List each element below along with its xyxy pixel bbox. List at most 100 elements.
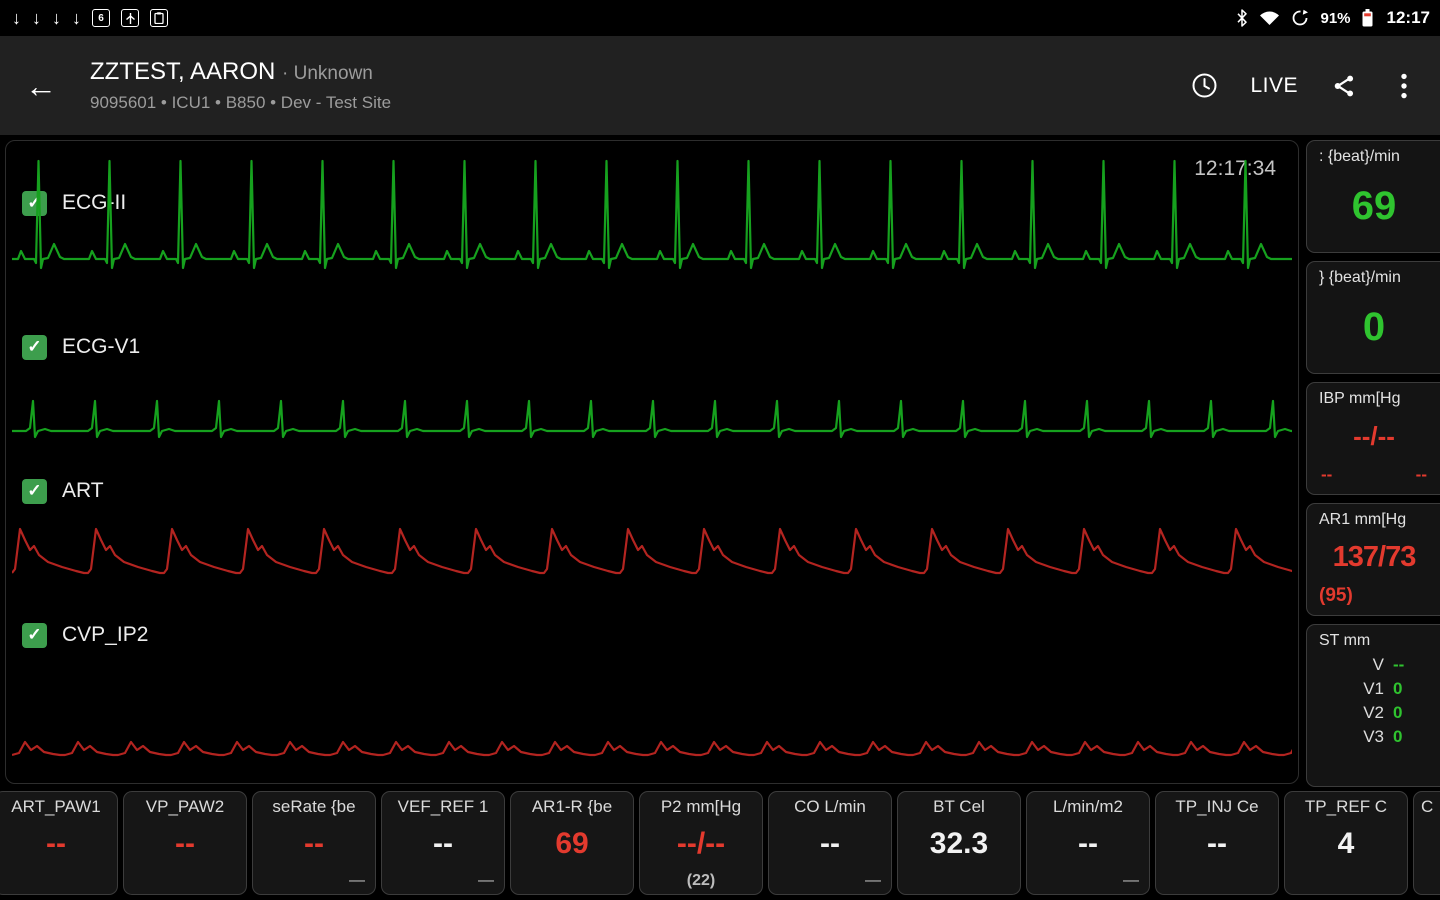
patient-details: 9095601 • ICU1 • B850 • Dev - Test Site xyxy=(90,93,392,112)
share-button[interactable] xyxy=(1320,62,1368,110)
download-arrow-icon: ↓ xyxy=(72,8,81,28)
param-value: 69 xyxy=(555,827,589,860)
battery-icon xyxy=(1362,9,1373,27)
param-tile-co[interactable]: CO L/min -- — xyxy=(768,791,892,895)
vital-value: 69 xyxy=(1351,183,1397,228)
param-tile-ip2[interactable]: P2 mm[Hg --/-- (22) xyxy=(639,791,763,895)
vital-tile-ar1[interactable]: AR1 mm[Hg 137/73 (95) xyxy=(1306,503,1440,616)
param-tile-pulserate[interactable]: seRate {be -- — xyxy=(252,791,376,895)
param-value: -- xyxy=(175,827,195,860)
vital-label: : {beat}/min xyxy=(1319,148,1400,165)
clock-time-label: 12:17 xyxy=(1386,8,1430,27)
wifi-icon xyxy=(1260,11,1280,25)
param-tile-partial[interactable]: C xyxy=(1413,791,1440,895)
main-content: 12:17:34 ✓ ECG-II ✓ ECG-V1 ✓ ART ✓ CVP_I… xyxy=(0,135,1440,787)
channel-label: ART xyxy=(62,479,104,502)
st-lead-name: V xyxy=(1372,655,1384,674)
param-tile-vp-paw2[interactable]: VP_PAW2 -- xyxy=(123,791,247,895)
vital-label: ST mm xyxy=(1319,632,1371,649)
param-value: -- xyxy=(1207,827,1227,860)
channel-checkbox[interactable]: ✓ xyxy=(22,622,47,648)
channel-label: ECG-V1 xyxy=(62,335,141,358)
live-button[interactable]: LIVE xyxy=(1240,74,1308,98)
download-arrow-icon: ↓ xyxy=(52,8,61,28)
android-status-bar: ↓ ↓ ↓ ↓ 6 91% 12:17 xyxy=(0,0,1440,36)
channel-checkbox[interactable]: ✓ xyxy=(22,478,47,504)
param-label: L/min/m2 xyxy=(1053,797,1123,816)
param-sub: — xyxy=(1123,872,1139,889)
param-label: AR1-R {be xyxy=(531,797,613,816)
bluetooth-icon xyxy=(1237,9,1248,27)
param-value: -- xyxy=(1078,827,1098,860)
st-lead-name: V2 xyxy=(1363,703,1384,722)
param-tile-ar1-rate[interactable]: AR1-R {be 69 xyxy=(510,791,634,895)
battery-percent-label: 91% xyxy=(1320,9,1351,27)
param-sub xyxy=(131,871,239,890)
vital-tile-st[interactable]: ST mm V -- V1 0 V2 0 V3 0 xyxy=(1306,624,1440,787)
param-sub xyxy=(1163,871,1271,890)
param-label: P2 mm[Hg xyxy=(660,797,742,816)
overflow-menu-button[interactable] xyxy=(1380,62,1428,110)
st-lead-name: V3 xyxy=(1363,727,1384,746)
param-value: -- xyxy=(820,827,840,860)
param-value: 4 xyxy=(1337,827,1355,860)
status-bar-notifications: ↓ ↓ ↓ ↓ 6 xyxy=(12,9,168,27)
param-sub: — xyxy=(865,872,881,889)
ecg-v1-waveform xyxy=(12,399,1292,439)
param-sub xyxy=(905,871,1013,890)
notification-badge-icon: 6 xyxy=(92,9,110,27)
param-label: C xyxy=(1421,797,1434,816)
ecg-ii-waveform xyxy=(12,159,1292,270)
share-icon xyxy=(1334,75,1354,96)
st-lead-name: V1 xyxy=(1363,679,1384,698)
param-label: VP_PAW2 xyxy=(145,797,225,816)
st-lead-value: -- xyxy=(1393,655,1405,674)
st-lead-value: 0 xyxy=(1393,703,1403,722)
param-sub: — xyxy=(478,872,494,889)
vital-label: } {beat}/min xyxy=(1319,269,1401,286)
waveform-panel: 12:17:34 ✓ ECG-II ✓ ECG-V1 ✓ ART ✓ CVP_I… xyxy=(5,140,1299,784)
data-sync-icon xyxy=(1293,9,1309,26)
app-header: ← ZZTEST, AARON · Unknown 9095601 • ICU1… xyxy=(0,36,1440,135)
st-lead-value: 0 xyxy=(1393,679,1403,698)
vital-label: AR1 mm[Hg xyxy=(1319,511,1407,528)
param-value xyxy=(1421,817,1440,871)
param-sub: — xyxy=(349,872,365,889)
param-label: TP_REF C xyxy=(1304,797,1388,816)
vital-label: IBP mm[Hg xyxy=(1319,390,1401,407)
channel-header-cvp: ✓ CVP_IP2 xyxy=(22,619,148,651)
vital-value: 137/73 xyxy=(1332,540,1417,573)
param-tile-cardiac-index[interactable]: L/min/m2 -- — xyxy=(1026,791,1150,895)
param-tile-tp-ref[interactable]: TP_REF C 4 xyxy=(1284,791,1408,895)
vital-tile-heart-rate[interactable]: : {beat}/min 69 xyxy=(1306,140,1440,253)
back-button[interactable]: ← xyxy=(18,63,64,109)
param-tile-bt[interactable]: BT Cel 32.3 xyxy=(897,791,1021,895)
vital-tile-ibp[interactable]: IBP mm[Hg --/-- -- -- xyxy=(1306,382,1440,495)
header-actions: LIVE xyxy=(1180,62,1428,110)
channel-checkbox[interactable]: ✓ xyxy=(22,334,47,360)
parameter-tile-row: ART_PAW1 -- VP_PAW2 -- seRate {be -- — V… xyxy=(0,787,1440,900)
param-value: -- xyxy=(433,827,453,860)
param-value: --/-- xyxy=(676,827,726,860)
st-row: V2 0 xyxy=(1319,703,1429,723)
param-value: -- xyxy=(304,827,324,860)
vital-sub-right: -- xyxy=(1415,465,1427,484)
vital-value: --/-- xyxy=(1353,421,1395,451)
name-separator: · xyxy=(282,63,289,84)
param-tile-vef-ref[interactable]: VEF_REF 1 -- — xyxy=(381,791,505,895)
param-sub xyxy=(1292,871,1400,890)
vital-tile-pvc-rate[interactable]: } {beat}/min 0 xyxy=(1306,261,1440,374)
history-clock-button[interactable] xyxy=(1180,62,1228,110)
param-tile-art-paw1[interactable]: ART_PAW1 -- xyxy=(0,791,118,895)
cvp-waveform xyxy=(12,740,1292,757)
status-bar-indicators: 91% 12:17 xyxy=(1236,8,1430,28)
patient-info: ZZTEST, AARON · Unknown 9095601 • ICU1 •… xyxy=(90,58,1180,113)
st-row: V1 0 xyxy=(1319,679,1429,699)
usb-icon xyxy=(121,9,139,27)
vitals-sidebar: : {beat}/min 69 } {beat}/min 0 IBP mm[Hg… xyxy=(1306,135,1440,787)
param-sub xyxy=(1421,871,1440,890)
param-tile-tp-inj[interactable]: TP_INJ Ce -- xyxy=(1155,791,1279,895)
param-sub xyxy=(2,871,110,890)
param-value: 32.3 xyxy=(929,827,989,860)
param-sub: (22) xyxy=(686,872,716,889)
